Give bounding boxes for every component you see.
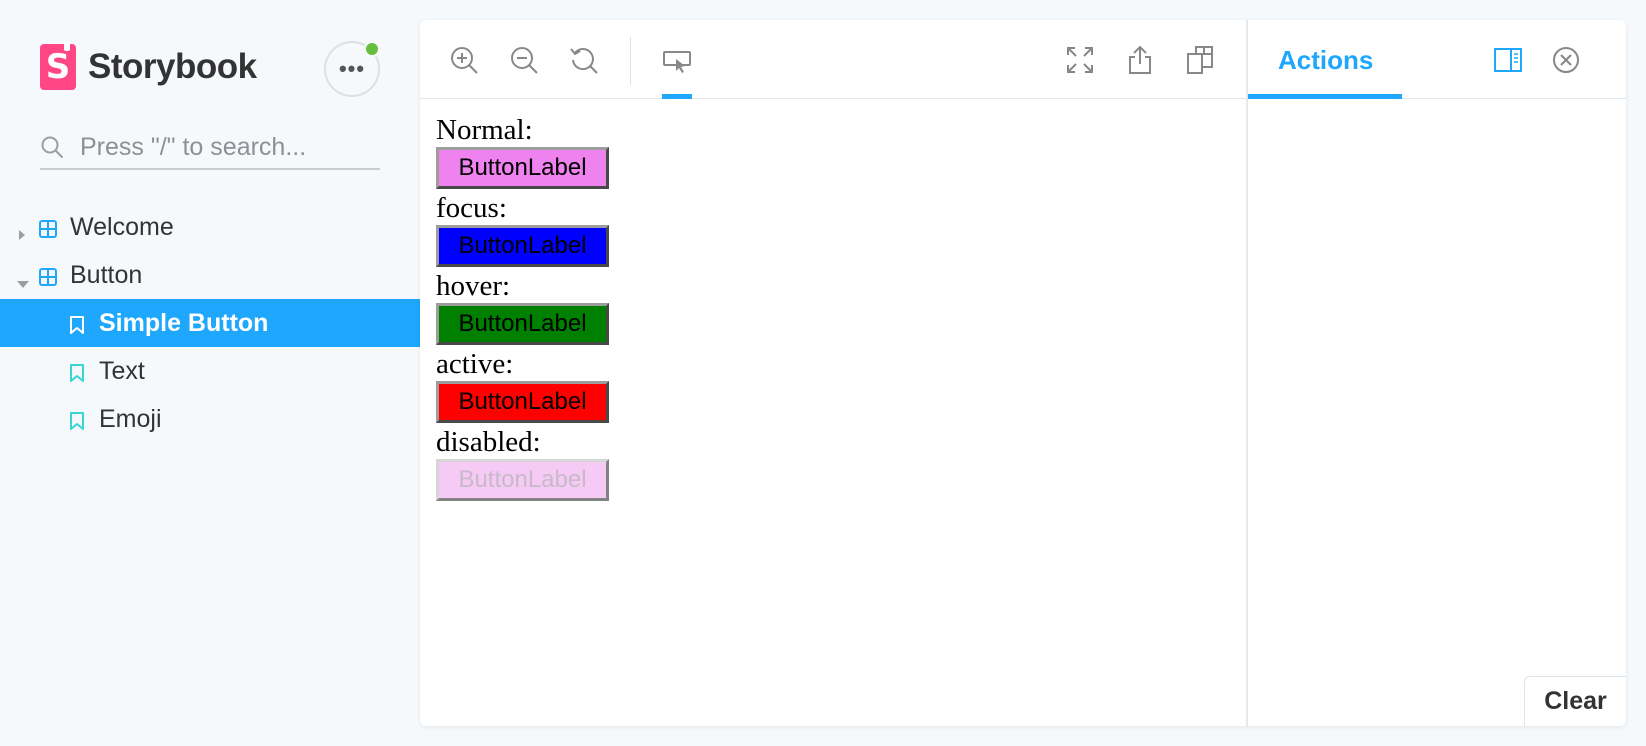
brand[interactable]: S Storybook xyxy=(40,41,257,90)
tab-actions[interactable]: Actions xyxy=(1278,45,1373,76)
notification-dot xyxy=(364,41,380,57)
zoom-out-icon xyxy=(511,47,538,74)
demo-button-active[interactable]: ButtonLabel xyxy=(436,381,609,423)
brand-name: Storybook xyxy=(88,47,257,86)
bookmark-icon xyxy=(69,313,85,334)
copy-link-icon xyxy=(1187,46,1213,74)
demo-button-disabled: ButtonLabel xyxy=(436,459,609,501)
toolbar-separator xyxy=(630,37,631,85)
ellipsis-icon: ••• xyxy=(338,56,366,81)
search-icon xyxy=(40,135,64,159)
tree-item-label: Button xyxy=(70,260,143,289)
close-panel-button[interactable] xyxy=(1550,44,1582,76)
state-label-normal: Normal: xyxy=(436,114,533,146)
reset-zoom-icon xyxy=(570,48,598,74)
component-icon xyxy=(38,265,58,286)
demo-button-hover[interactable]: ButtonLabel xyxy=(436,303,609,345)
demo-button-focus[interactable]: ButtonLabel xyxy=(436,225,609,267)
fullscreen-icon xyxy=(1067,47,1093,73)
tree-item-simple-button[interactable]: Simple Button xyxy=(0,299,420,347)
tree-item-label: Text xyxy=(99,356,145,385)
zoom-in-icon xyxy=(451,47,478,74)
copy-link-button[interactable] xyxy=(1182,42,1218,78)
tree-item-button[interactable]: Button xyxy=(0,251,420,299)
tree-item-label: Emoji xyxy=(99,404,162,433)
storybook-app: S Storybook ••• Welcome xyxy=(0,0,1646,746)
share-button[interactable] xyxy=(1122,42,1158,78)
close-icon xyxy=(1553,47,1579,73)
state-label-active: active: xyxy=(436,348,514,380)
zoom-in-button[interactable] xyxy=(446,42,482,78)
story-tree: Welcome Button Simple Button Text Emoji xyxy=(0,203,420,443)
caret-down-icon[interactable] xyxy=(16,268,29,288)
preview-toolbar xyxy=(420,20,1246,99)
toggle-panel-orientation-button[interactable] xyxy=(1492,44,1524,76)
clear-button[interactable]: Clear xyxy=(1524,676,1626,726)
bookmark-icon xyxy=(69,361,85,382)
search-input[interactable] xyxy=(80,132,370,162)
tree-item-label: Simple Button xyxy=(99,308,269,337)
search-bar xyxy=(40,126,380,170)
viewport-button[interactable] xyxy=(659,42,695,78)
addons-panel: Actions Clear xyxy=(1248,20,1626,726)
zoom-out-button[interactable] xyxy=(506,42,542,78)
story-canvas: Normal: ButtonLabel focus: ButtonLabel h… xyxy=(420,99,1246,726)
viewport-icon xyxy=(663,51,691,73)
share-icon xyxy=(1129,45,1151,74)
bookmark-icon xyxy=(69,409,85,430)
state-label-disabled: disabled: xyxy=(436,426,541,458)
component-icon xyxy=(38,217,58,238)
tree-item-label: Welcome xyxy=(70,212,174,241)
tree-item-welcome[interactable]: Welcome xyxy=(0,203,420,251)
active-tab-indicator xyxy=(1248,94,1402,99)
tree-item-text[interactable]: Text xyxy=(0,347,420,395)
sidebar-layout-icon xyxy=(1494,48,1522,72)
fullscreen-button[interactable] xyxy=(1062,42,1098,78)
settings-menu-button[interactable]: ••• xyxy=(324,41,380,97)
addons-header: Actions xyxy=(1248,20,1626,99)
sidebar: S Storybook ••• Welcome xyxy=(0,0,420,746)
state-label-hover: hover: xyxy=(436,270,511,302)
caret-right-icon[interactable] xyxy=(16,220,28,240)
reset-zoom-button[interactable] xyxy=(566,42,602,78)
tree-item-emoji[interactable]: Emoji xyxy=(0,395,420,443)
storybook-logo-icon: S xyxy=(40,41,76,90)
demo-button-normal[interactable]: ButtonLabel xyxy=(436,147,609,189)
state-label-focus: focus: xyxy=(436,192,507,224)
preview-panel: Normal: ButtonLabel focus: ButtonLabel h… xyxy=(420,20,1626,726)
